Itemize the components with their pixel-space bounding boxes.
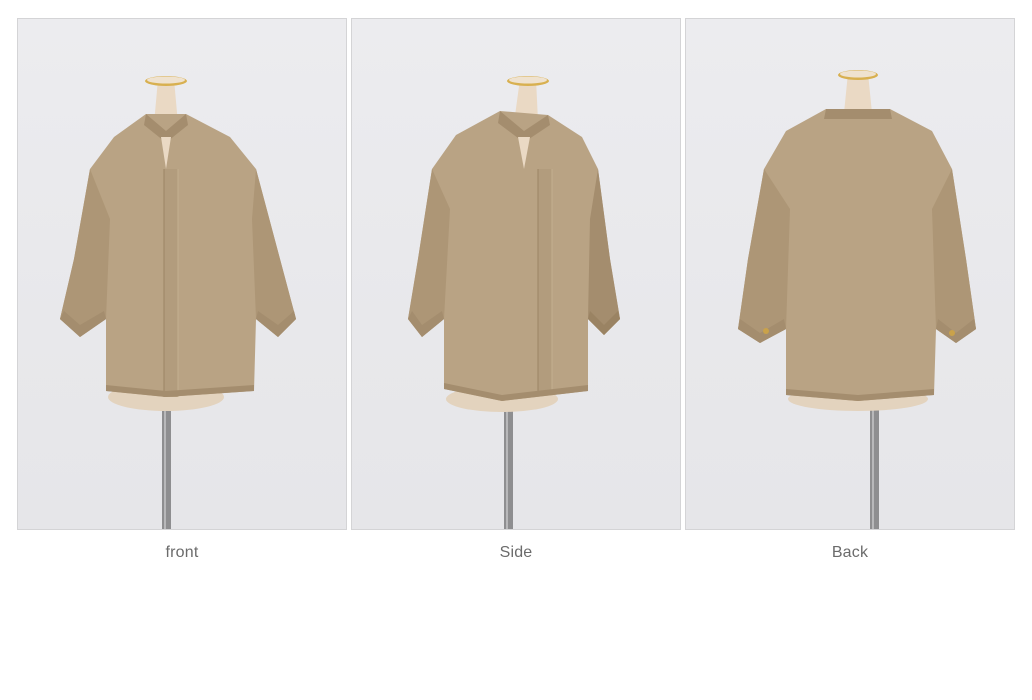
left-cuff-button <box>763 328 769 334</box>
side-view-panel: Side <box>351 18 681 562</box>
side-view-photo[interactable] <box>351 18 681 530</box>
front-caption: front <box>165 544 199 561</box>
front-placket <box>164 169 178 397</box>
back-view-photo[interactable] <box>685 18 1015 530</box>
side-blouse-illustration <box>408 76 620 529</box>
front-blouse-illustration <box>60 76 296 529</box>
product-view-gallery: front Side Back <box>17 18 1015 578</box>
right-cuff-button <box>949 330 955 336</box>
mannequin-stand <box>870 399 879 529</box>
back-collar <box>824 109 892 119</box>
mannequin-stand <box>162 399 171 529</box>
front-placket <box>538 169 552 395</box>
front-view-panel: front <box>17 18 347 562</box>
side-caption: Side <box>499 544 533 561</box>
mannequin-stand <box>504 399 513 529</box>
back-view-panel: Back <box>685 18 1015 562</box>
back-caption: Back <box>831 544 869 561</box>
back-blouse-illustration <box>738 70 976 529</box>
front-view-photo[interactable] <box>17 18 347 530</box>
